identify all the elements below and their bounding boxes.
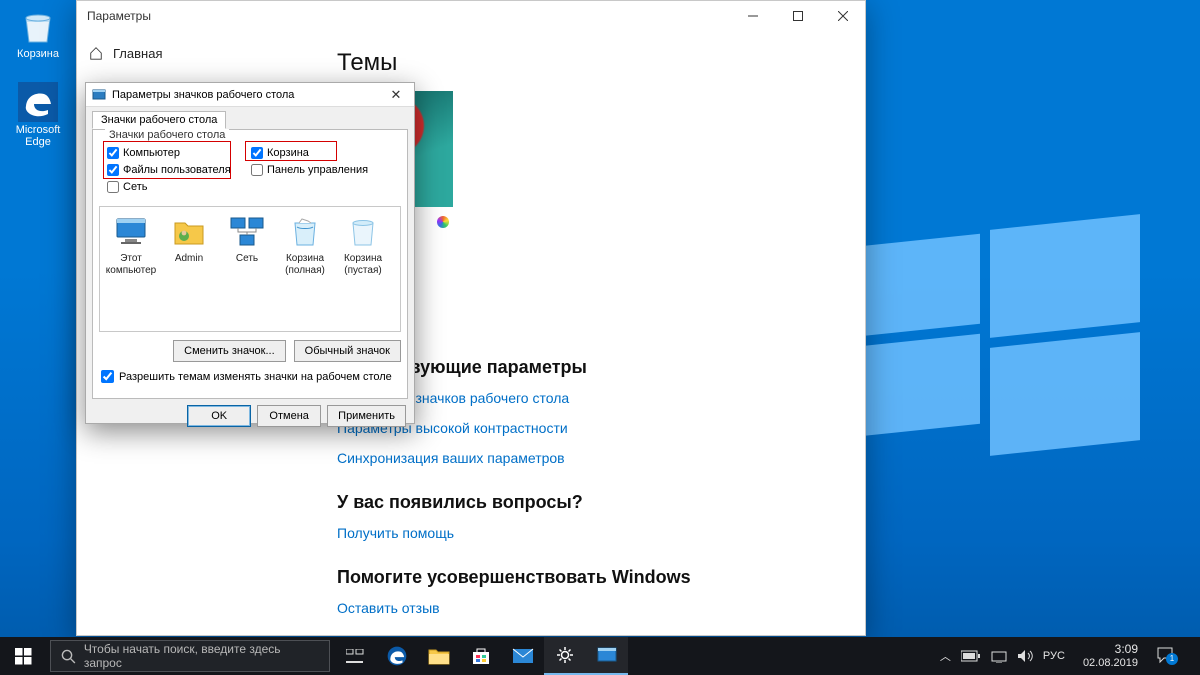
check-recycle[interactable]: Корзина xyxy=(251,144,309,161)
dialog-group-label: Значки рабочего стола xyxy=(105,129,229,141)
link-sync-settings[interactable]: Синхронизация ваших параметров xyxy=(337,450,841,466)
icon-recycle-full[interactable]: Корзина (полная) xyxy=(276,213,334,325)
dialog-titlebar[interactable]: Параметры значков рабочего стола ✕ xyxy=(86,83,414,107)
check-userfiles[interactable]: Файлы пользователя xyxy=(107,161,251,178)
dialog-close-button[interactable]: ✕ xyxy=(382,87,410,103)
taskbar-store[interactable] xyxy=(460,637,502,675)
network-icon[interactable] xyxy=(991,649,1007,663)
desktop-icon-edge[interactable]: Microsoft Edge xyxy=(6,82,70,148)
dialog-title: Параметры значков рабочего стола xyxy=(112,89,294,101)
cancel-button[interactable]: Отмена xyxy=(257,405,321,427)
nav-home[interactable]: Главная xyxy=(89,37,337,69)
action-center-button[interactable]: 1 xyxy=(1156,646,1180,667)
home-icon xyxy=(89,46,103,60)
check-computer[interactable]: Компьютер xyxy=(107,144,251,161)
dialog-tab[interactable]: Значки рабочего стола xyxy=(92,111,226,129)
clock-time: 3:09 xyxy=(1083,642,1138,656)
check-network[interactable]: Сеть xyxy=(107,178,251,195)
link-get-help[interactable]: Получить помощь xyxy=(337,525,841,541)
start-button[interactable] xyxy=(0,637,46,675)
close-button[interactable] xyxy=(820,1,865,31)
wallpaper-windows-logo xyxy=(860,210,1140,430)
taskbar-app[interactable] xyxy=(586,637,628,675)
task-view-button[interactable] xyxy=(334,637,376,675)
page-title: Темы xyxy=(337,49,841,77)
check-allow-themes[interactable]: Разрешить темам изменять значки на рабоч… xyxy=(101,370,392,383)
volume-icon[interactable] xyxy=(1017,649,1033,663)
icon-this-pc[interactable]: Этот компьютер xyxy=(102,213,160,325)
questions-heading: У вас появились вопросы? xyxy=(337,492,841,513)
taskbar-clock[interactable]: 3:09 02.08.2019 xyxy=(1075,642,1146,670)
taskbar-mail[interactable] xyxy=(502,637,544,675)
icon-admin[interactable]: Admin xyxy=(160,213,218,325)
minimize-button[interactable] xyxy=(730,1,775,31)
default-icon-button[interactable]: Обычный значок xyxy=(294,340,401,362)
icon-recycle-empty[interactable]: Корзина (пустая) xyxy=(334,213,392,325)
system-tray: ︿ РУС 3:09 02.08.2019 1 xyxy=(940,637,1200,675)
search-placeholder: Чтобы начать поиск, введите здесь запрос xyxy=(84,642,319,670)
taskbar-explorer[interactable] xyxy=(418,637,460,675)
ok-button[interactable]: OK xyxy=(187,405,251,427)
notification-badge: 1 xyxy=(1166,653,1178,665)
link-feedback[interactable]: Оставить отзыв xyxy=(337,600,841,616)
taskbar: Чтобы начать поиск, введите здесь запрос… xyxy=(0,637,1200,675)
feedback-heading: Помогите усовершенствовать Windows xyxy=(337,567,841,588)
search-icon xyxy=(61,649,76,664)
check-control-panel[interactable]: Панель управления xyxy=(251,161,368,178)
taskbar-settings[interactable] xyxy=(544,637,586,675)
apply-button[interactable]: Применить xyxy=(327,405,406,427)
color-wheel-icon xyxy=(437,216,449,228)
icon-network[interactable]: Сеть xyxy=(218,213,276,325)
desktop-icon-label: Microsoft Edge xyxy=(6,124,70,148)
taskbar-edge[interactable] xyxy=(376,637,418,675)
settings-title: Параметры xyxy=(77,9,151,23)
change-icon-button[interactable]: Сменить значок... xyxy=(173,340,286,362)
battery-icon[interactable] xyxy=(961,650,981,662)
tray-chevron-up-icon[interactable]: ︿ xyxy=(940,648,951,664)
dialog-icon xyxy=(92,88,106,102)
maximize-button[interactable] xyxy=(775,1,820,31)
taskbar-search[interactable]: Чтобы начать поиск, введите здесь запрос xyxy=(50,640,330,672)
desktop-icon-recycle-bin[interactable]: Корзина xyxy=(6,6,70,60)
desktop-icons-dialog: Параметры значков рабочего стола ✕ Значк… xyxy=(85,82,415,424)
desktop-icon-label: Корзина xyxy=(6,48,70,60)
nav-home-label: Главная xyxy=(113,46,162,61)
clock-date: 02.08.2019 xyxy=(1083,657,1138,670)
settings-titlebar[interactable]: Параметры xyxy=(77,1,865,31)
input-language[interactable]: РУС xyxy=(1043,650,1065,662)
icon-preview-list: Этот компьютер Admin Сеть Корзина (полна… xyxy=(99,206,401,332)
